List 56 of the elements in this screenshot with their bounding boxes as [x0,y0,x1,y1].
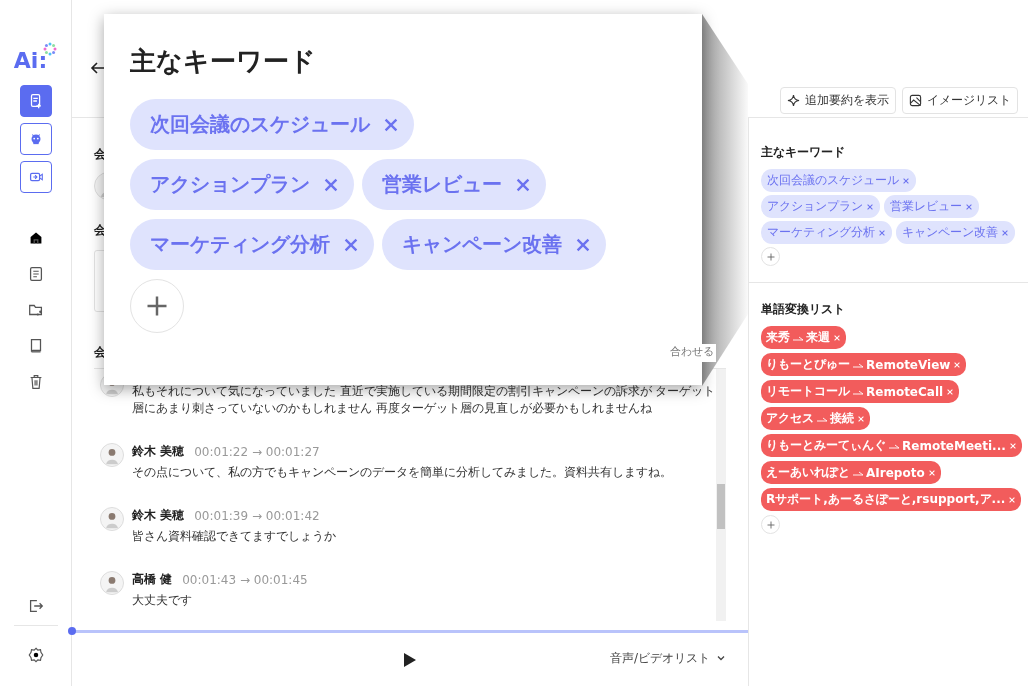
sidebar-action[interactable] [19,123,52,155]
replacement-tag: リモートコール RemoteCall [761,380,960,403]
close-icon[interactable] [1001,228,1009,237]
keyword-tag: 次回会議のスケジュール [130,99,414,150]
speaker-name: 鈴木 美穂 [132,507,185,524]
keyword-tag: キャンペーン改善 [382,219,606,270]
progress-handle[interactable] [68,627,76,635]
replacement-tag: りもーとぴゅー RemoteView [761,353,967,376]
section-title: 単語変換リスト [761,301,846,318]
speaker-name: 鈴木 美穂 [132,443,185,460]
replacement-tag: アクセス 接続 [761,407,870,430]
keyword-tag: 営業レビュー [884,195,979,218]
add-button[interactable] [130,279,184,333]
keyword-tag: 営業レビュー [362,159,546,210]
timestamp: 00:01:22 → 00:01:27 [194,444,320,459]
replacement-tag: えーあいれぽと AIrepoto [761,461,941,484]
speaker-name: 高橋 健 [132,571,173,588]
avatar [100,507,124,531]
settings-icon[interactable] [26,646,45,664]
popup-title: 主なキーワード [130,45,317,78]
replacement-tag: りもーとみーてぃんぐ RemoteMeeti... [761,434,1022,457]
close-icon[interactable] [866,202,874,211]
replacement-tag: Rサポート,あーるさぽーと,rsupport,ア... [761,488,1022,511]
header-button[interactable]: 追加要約を表示 [780,87,896,114]
header-button[interactable]: イメージリスト [902,87,1018,114]
fit-label: 合わせる [668,344,716,362]
image-icon [909,94,922,107]
close-icon[interactable] [878,228,886,237]
section-title: 主なキーワード [761,144,846,161]
keyword-tag: 次回会議のスケジュール [761,169,916,192]
timestamp: 00:01:43 → 00:01:45 [182,572,308,587]
sparkle-icon [43,42,58,56]
transcript-text: 大丈夫です [132,592,193,609]
back-arrow-icon[interactable] [90,60,106,76]
transcript-text: 私もそれについて気になっていました 直近で実施している期間限定の割引キャンペーンの訴求が ターゲット層にあまり刺さっていないのかもしれません 再度ターゲット層の見直しが必要かもしれませんね [132,383,716,417]
keyword-tag: マーケティング分析 [130,219,374,270]
transcript-text: 皆さん資料確認できてますでしょうか [132,528,336,545]
play-icon[interactable] [403,651,417,668]
close-icon[interactable] [902,176,910,185]
media-list-dropdown[interactable]: 音声/ビデオリスト [609,644,726,672]
keyword-tag: マーケティング分析 [761,221,892,244]
replacement-tag: 来秀 来週 [761,326,846,349]
sidebar-action[interactable] [19,161,52,193]
chevron-down-icon [716,653,726,663]
timestamp: 00:01:39 → 00:01:42 [194,508,320,523]
sidebar-action[interactable] [19,85,52,117]
keyword-tag: アクションプラン [130,159,354,210]
keyword-tag: キャンペーン改善 [896,221,1015,244]
keyword-tag: アクションプラン [761,195,880,218]
sparkle-icon [787,94,800,107]
close-icon[interactable] [965,202,973,211]
avatar [100,571,124,595]
transcript-text: その点について、私の方でもキャンペーンのデータを簡単に分析してみました。資料共有しますね。 [132,464,672,481]
avatar [100,443,124,467]
scrollbar[interactable] [716,369,726,621]
logo-text: Ai: [13,48,48,73]
